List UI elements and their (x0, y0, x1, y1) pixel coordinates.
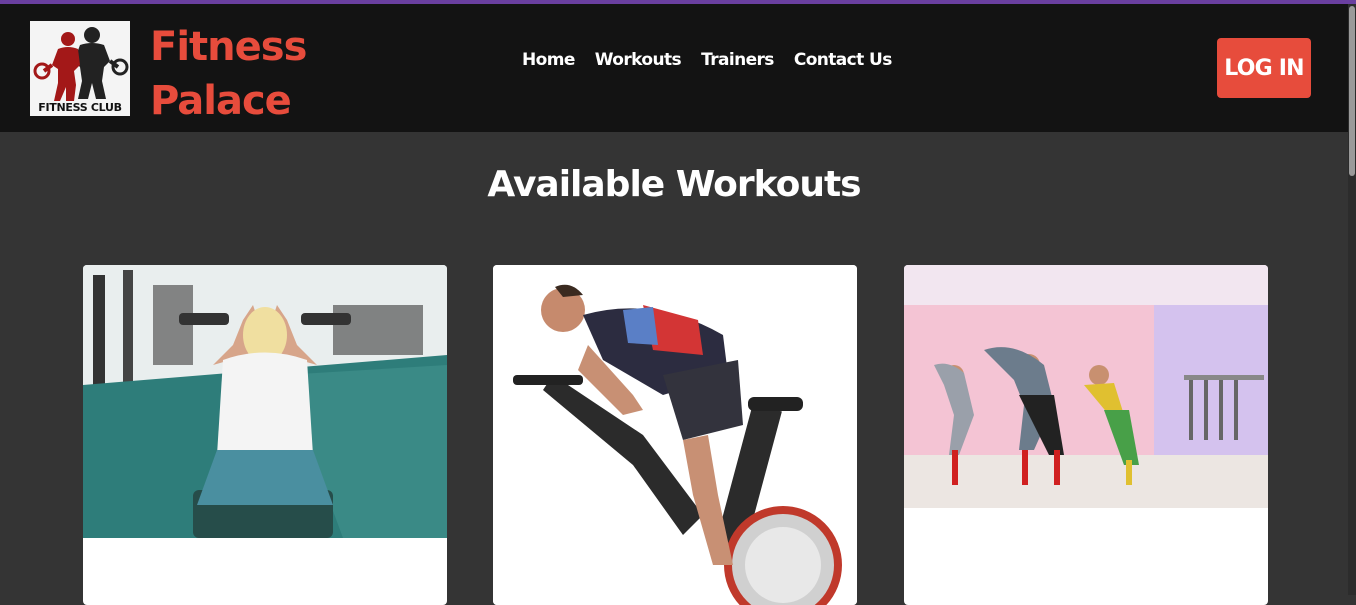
workout-card-cycling[interactable] (493, 265, 857, 605)
brand-line-2: Palace (150, 78, 292, 124)
login-button[interactable]: LOG IN (1217, 38, 1311, 98)
brand-name[interactable]: Fitness Palace (150, 20, 310, 128)
page-title: Available Workouts (487, 164, 861, 205)
logo-caption: FITNESS CLUB (38, 101, 122, 114)
fitness-club-logo[interactable]: FITNESS CLUB (30, 21, 130, 116)
main-nav: Home Workouts Trainers Contact Us (522, 50, 892, 70)
weightlifting-photo (83, 265, 447, 538)
page-scrollbar[interactable] (1348, 4, 1356, 595)
scrollbar-thumb[interactable] (1349, 6, 1355, 176)
dance-class-photo (904, 265, 1268, 508)
workout-card-dance[interactable] (904, 265, 1268, 605)
nav-home[interactable]: Home (522, 50, 575, 70)
navbar: FITNESS CLUB Fitness Palace Home Workout… (0, 4, 1348, 132)
nav-trainers[interactable]: Trainers (701, 50, 774, 70)
cycling-photo (493, 265, 857, 605)
nav-workouts[interactable]: Workouts (595, 50, 682, 70)
brand-line-1: Fitness (150, 24, 307, 70)
nav-contact-us[interactable]: Contact Us (794, 50, 893, 70)
workout-card-weightlifting[interactable] (83, 265, 447, 605)
